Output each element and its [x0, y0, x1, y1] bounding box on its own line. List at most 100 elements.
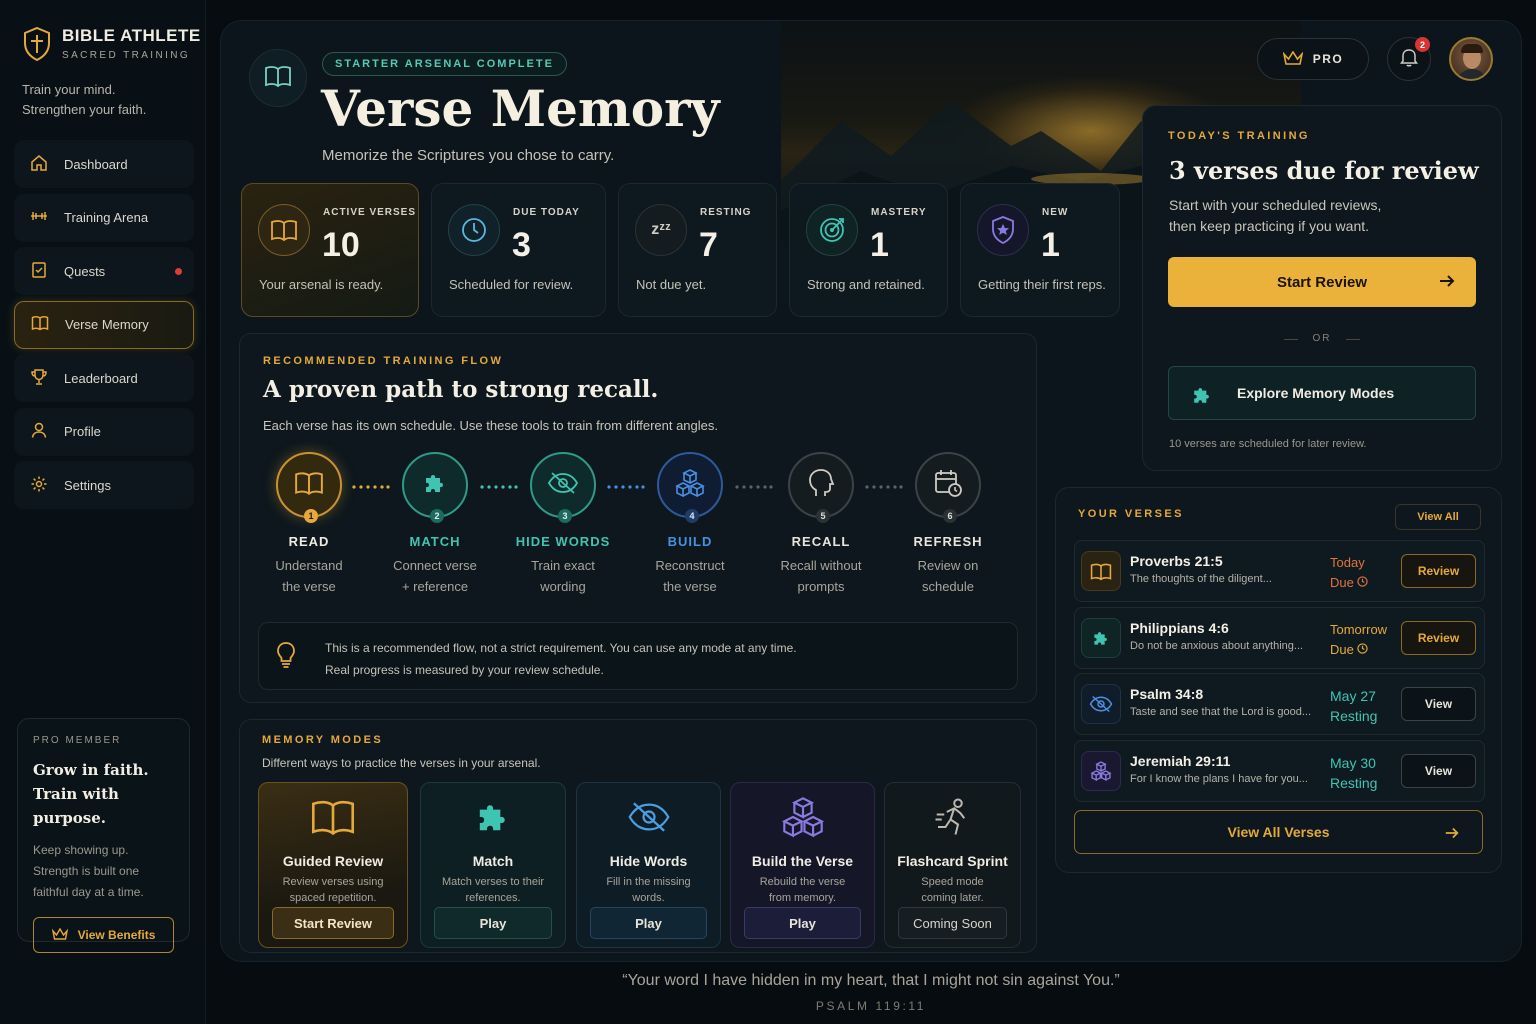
- sidebar-item-verse-memory[interactable]: Verse Memory: [14, 300, 194, 349]
- view-benefits-label: View Benefits: [77, 928, 156, 942]
- pro-card-label: PRO MEMBER: [33, 735, 122, 746]
- sidebar-item-label: Verse Memory: [65, 317, 149, 332]
- scroll-icon: [30, 261, 48, 282]
- verse-status: Due: [1330, 640, 1387, 660]
- stat-card-mastery[interactable]: MASTERY 1 Strong and retained.: [789, 183, 948, 317]
- step-desc: Review on schedule: [888, 555, 1008, 597]
- mode-name: Build the Verse: [751, 853, 854, 869]
- explore-label: Explore Memory Modes: [1237, 385, 1395, 401]
- scheduled-note: 10 verses are scheduled for later review…: [1169, 438, 1367, 450]
- verse-row[interactable]: Philippians 4:6 Do not be anxious about …: [1074, 607, 1485, 669]
- mode-name: Hide Words: [609, 853, 688, 869]
- step-name: READ: [288, 534, 330, 549]
- step-desc-line: the verse: [282, 579, 336, 594]
- view-benefits-button[interactable]: View Benefits: [33, 917, 174, 953]
- mode-desc: Fill in the missing words.: [577, 874, 720, 906]
- stat-value: 1: [1041, 226, 1060, 264]
- start-review-button[interactable]: Start Review: [272, 907, 394, 939]
- flow-step-refresh[interactable]: 6 REFRESH Review on schedule: [888, 452, 1008, 597]
- step-name: BUILD: [667, 534, 713, 549]
- pro-card-body-line: Keep showing up.: [33, 843, 129, 857]
- step-name: MATCH: [409, 534, 461, 549]
- stat-card-due-today[interactable]: DUE TODAY 3 Scheduled for review.: [431, 183, 606, 317]
- sidebar-item-settings[interactable]: Settings: [14, 461, 194, 509]
- calendar-clock-icon: [933, 468, 963, 503]
- step-desc-line: Reconstruct: [655, 558, 725, 573]
- flow-step-hide-words[interactable]: 3 HIDE WORDS Train exact wording: [503, 452, 623, 597]
- crown-icon: [51, 927, 68, 943]
- mode-desc-line: references.: [465, 892, 521, 904]
- stat-desc: Your arsenal is ready.: [259, 277, 384, 292]
- header-actions: PRO 2: [1257, 37, 1493, 81]
- mode-name: Match: [472, 853, 514, 869]
- avatar[interactable]: [1449, 37, 1493, 81]
- tagline-line-2: Strengthen your faith.: [22, 102, 147, 117]
- explore-memory-modes-button[interactable]: Explore Memory Modes: [1168, 366, 1476, 420]
- view-button[interactable]: View: [1401, 687, 1476, 721]
- book-icon: [1081, 551, 1121, 591]
- sidebar-item-training-arena[interactable]: Training Arena: [14, 193, 194, 242]
- view-all-verses-button[interactable]: View All Verses: [1074, 810, 1483, 854]
- verse-excerpt: For I know the plans I have for you...: [1130, 773, 1308, 785]
- verse-due-date: May 30: [1330, 755, 1376, 771]
- view-all-button[interactable]: View All: [1395, 504, 1481, 530]
- clock-icon: [1357, 643, 1369, 654]
- start-review-button[interactable]: Start Review: [1168, 257, 1476, 307]
- verse-status: Resting: [1330, 775, 1378, 791]
- mode-card-match[interactable]: Match Match verses to their references. P…: [420, 782, 566, 948]
- section-label: MEMORY MODES: [262, 734, 384, 746]
- crown-icon: [1282, 50, 1304, 68]
- page-subtitle: Memorize the Scriptures you chose to car…: [322, 147, 615, 164]
- book-icon: [258, 204, 310, 256]
- clock-icon: [448, 204, 500, 256]
- brand[interactable]: BIBLE ATHLETE SACRED TRAINING: [22, 26, 201, 67]
- notifications-button[interactable]: 2: [1387, 37, 1431, 81]
- verse-status: Resting: [1330, 708, 1378, 724]
- sidebar-item-quests[interactable]: Quests: [14, 247, 194, 295]
- review-button[interactable]: Review: [1401, 621, 1476, 655]
- pro-card-title-line: Grow in faith.: [33, 761, 149, 779]
- sidebar-nav: Dashboard Training Arena Quests Verse Me…: [14, 140, 194, 515]
- flow-step-build[interactable]: 4 BUILD Reconstruct the verse: [630, 452, 750, 597]
- sidebar-item-profile[interactable]: Profile: [14, 407, 194, 456]
- stat-label: ACTIVE VERSES: [323, 207, 417, 218]
- stats-row: ACTIVE VERSES 10 Your arsenal is ready. …: [241, 183, 1120, 317]
- stat-card-active-verses[interactable]: ACTIVE VERSES 10 Your arsenal is ready.: [241, 183, 419, 317]
- play-button[interactable]: Play: [744, 907, 861, 939]
- stat-card-new[interactable]: NEW 1 Getting their first reps.: [960, 183, 1120, 317]
- mode-card-hide-words[interactable]: Hide Words Fill in the missing words. Pla…: [576, 782, 721, 948]
- flow-step-match[interactable]: 2 MATCH Connect verse + reference: [375, 452, 495, 597]
- puzzle-icon: [1081, 618, 1121, 658]
- step-desc-line: Connect verse: [393, 558, 477, 573]
- flow-step-read[interactable]: 1 READ Understand the verse: [249, 452, 369, 597]
- mode-card-build-the-verse[interactable]: Build the Verse Rebuild the verse from me…: [730, 782, 875, 948]
- verse-row[interactable]: Jeremiah 29:11 For I know the plans I ha…: [1074, 740, 1485, 802]
- stat-card-resting[interactable]: zᶻᶻ RESTING 7 Not due yet.: [618, 183, 777, 317]
- book-icon: [264, 64, 292, 93]
- stat-value: 1: [870, 226, 889, 264]
- step-desc-line: Train exact: [531, 558, 595, 573]
- today-title: 3 verses due for review: [1169, 156, 1479, 185]
- verse-excerpt: The thoughts of the diligent...: [1130, 573, 1272, 585]
- play-button[interactable]: Play: [434, 907, 552, 939]
- dumbbell-icon: [30, 207, 48, 228]
- pro-member-card: PRO MEMBER Grow in faith. Train with pur…: [17, 718, 190, 953]
- review-button[interactable]: Review: [1401, 554, 1476, 588]
- gear-icon: [30, 475, 48, 496]
- step-desc-line: schedule: [921, 579, 975, 594]
- flow-step-recall[interactable]: 5 RECALL Recall without prompts: [761, 452, 881, 597]
- step-name: REFRESH: [913, 534, 983, 549]
- verse-row[interactable]: Psalm 34:8 Taste and see that the Lord i…: [1074, 673, 1485, 735]
- head-icon: [807, 468, 835, 503]
- play-button[interactable]: Play: [590, 907, 707, 939]
- verse-row[interactable]: Proverbs 21:5 The thoughts of the dilige…: [1074, 540, 1485, 602]
- mode-desc-line: Match verses to their: [441, 876, 545, 888]
- stat-label: DUE TODAY: [513, 207, 580, 218]
- sidebar-item-dashboard[interactable]: Dashboard: [14, 140, 194, 188]
- sidebar-item-label: Dashboard: [64, 156, 128, 172]
- pro-button[interactable]: PRO: [1257, 38, 1369, 80]
- mode-card-guided-review[interactable]: Guided Review Review verses using spaced …: [258, 782, 408, 948]
- mode-card-flashcard-sprint[interactable]: Flashcard Sprint Speed mode coming later.…: [884, 782, 1021, 948]
- sidebar-item-leaderboard[interactable]: Leaderboard: [14, 354, 194, 402]
- view-button[interactable]: View: [1401, 754, 1476, 788]
